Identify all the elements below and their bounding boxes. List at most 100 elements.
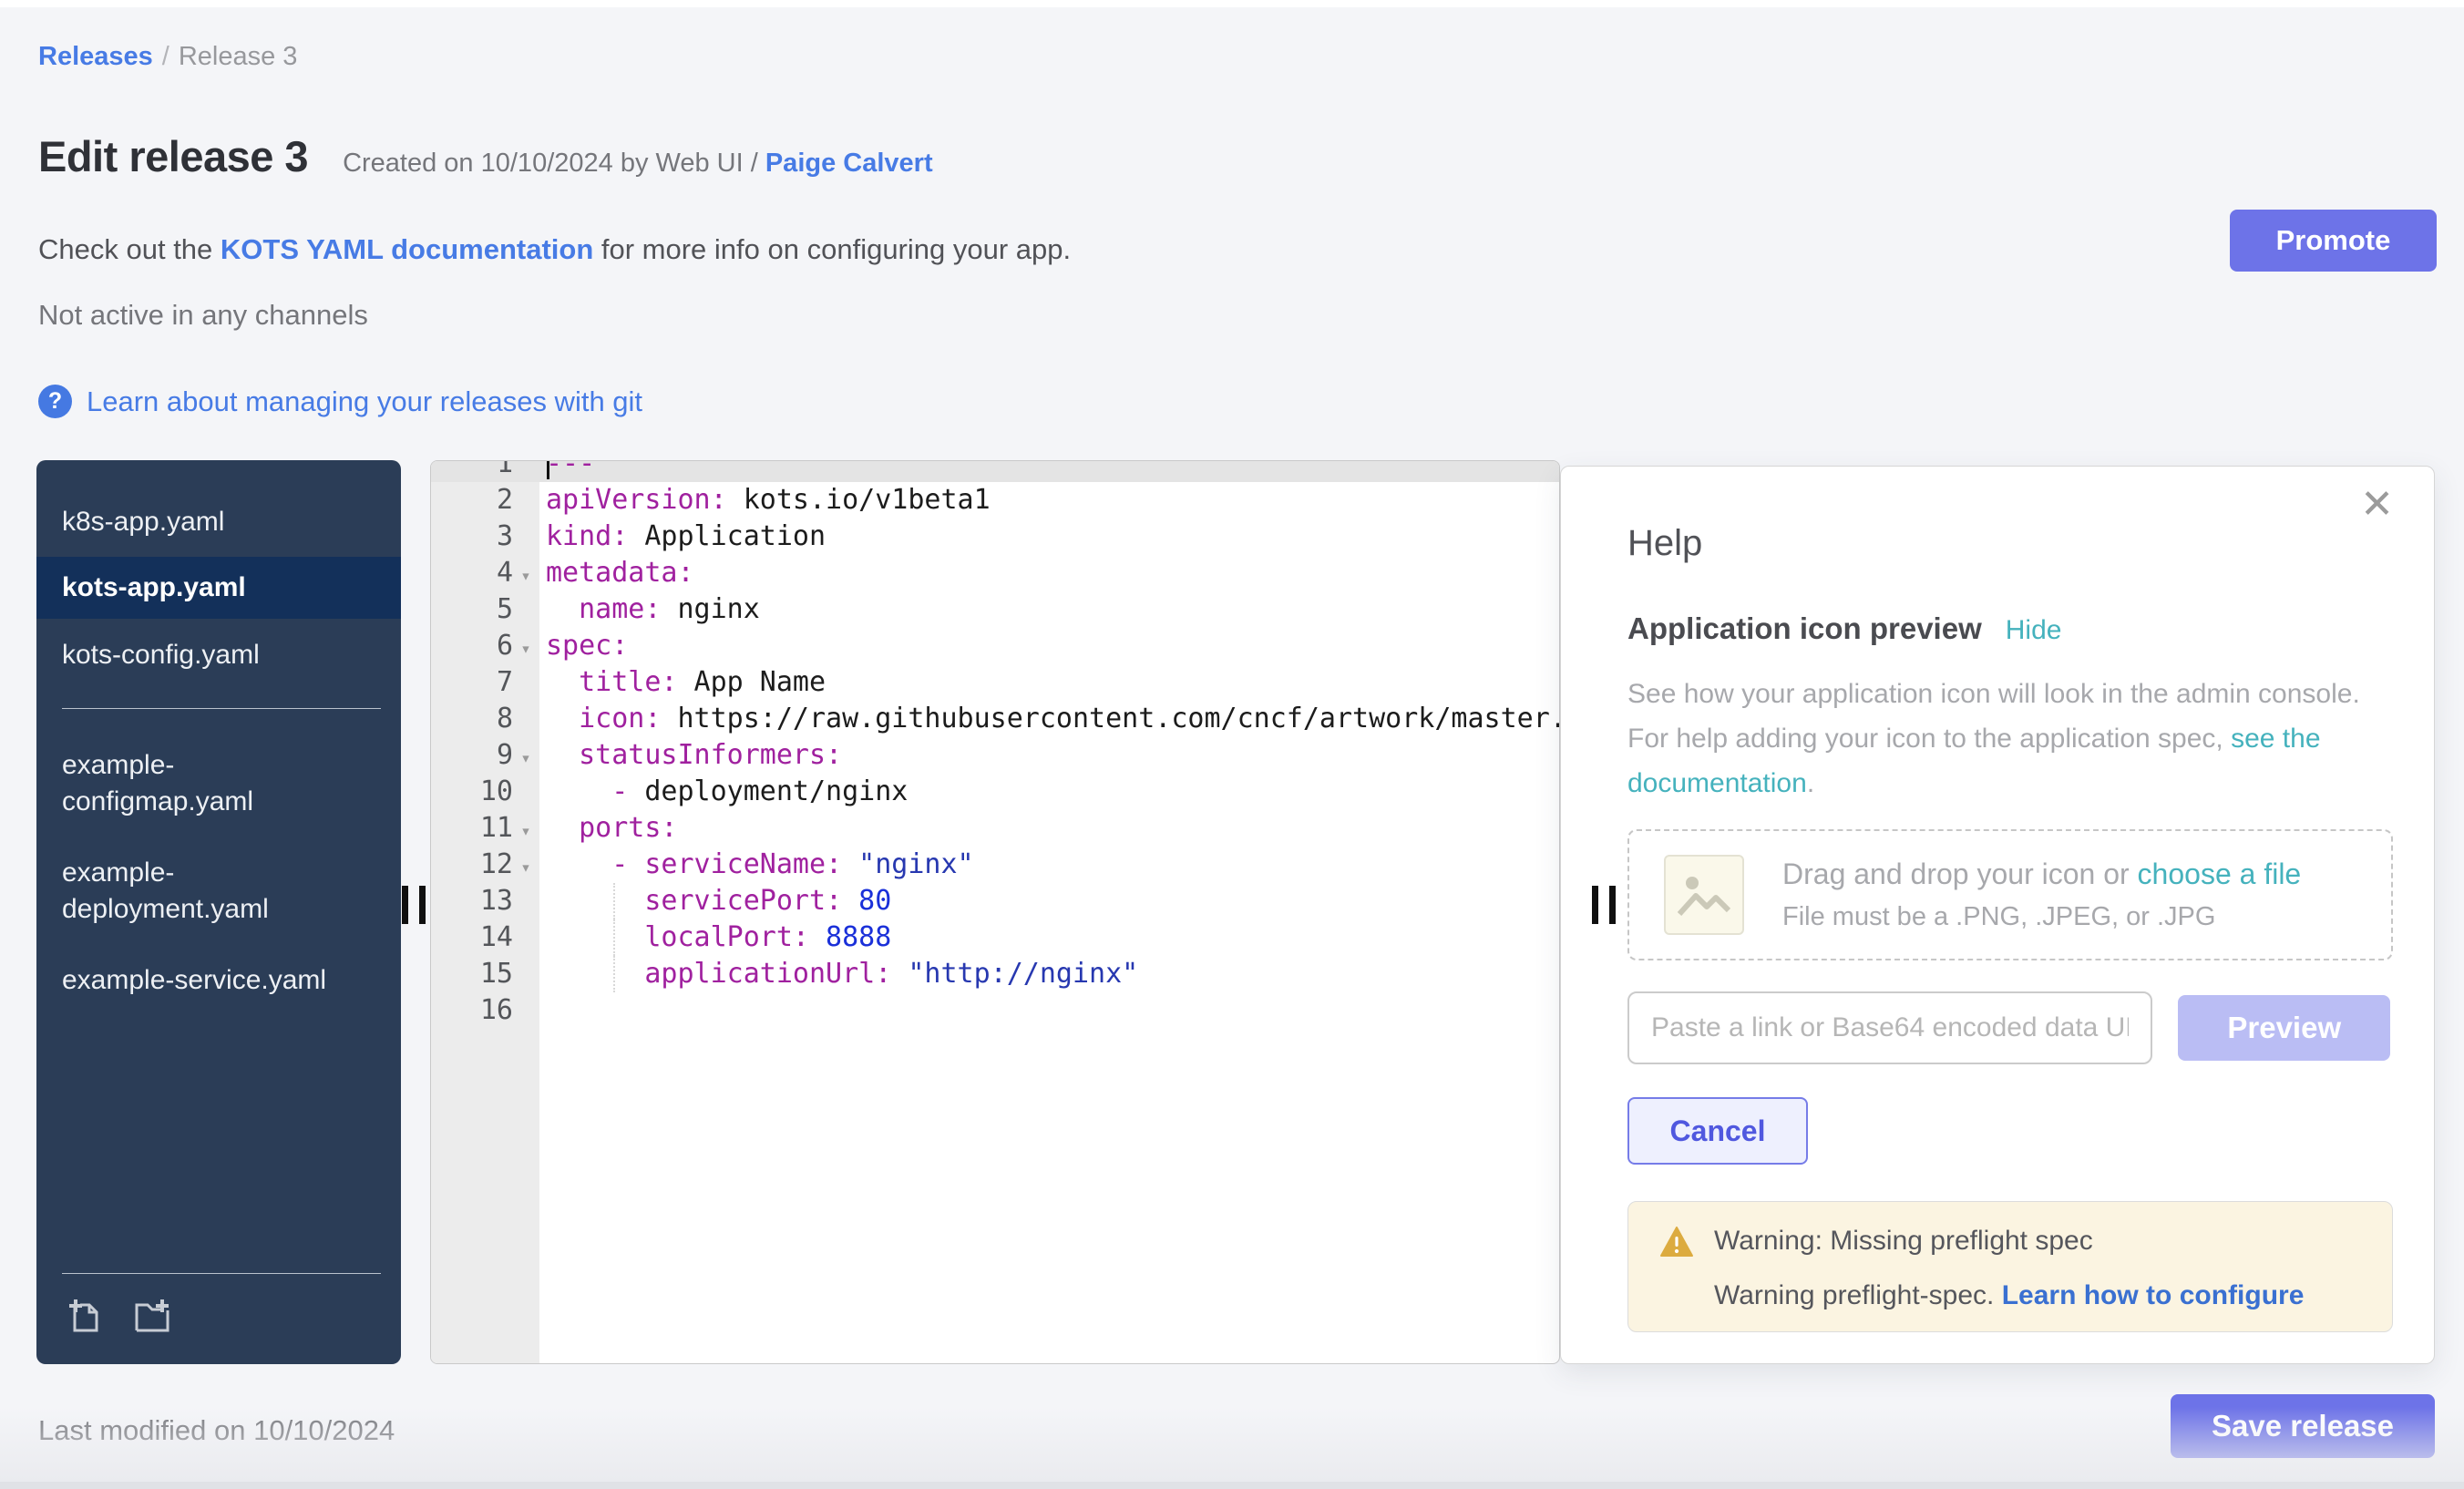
created-meta: Created on 10/10/2024 by Web UI / Paige … xyxy=(343,149,933,179)
preflight-warning-box: Warning: Missing preflight spec Warning … xyxy=(1627,1201,2393,1332)
file-tree-item-example-configmap.yaml[interactable]: example-configmap.yaml xyxy=(36,740,401,827)
file-tree-group: example-configmap.yaml example-deployment… xyxy=(36,740,401,1006)
code-line-5: 5 name: nginx xyxy=(431,591,1559,628)
breadcrumb-separator: / xyxy=(162,42,169,71)
code-text: ports: xyxy=(546,812,678,844)
warning-title: Warning: Missing preflight spec xyxy=(1714,1226,2304,1257)
panel-resize-handle-right[interactable] xyxy=(1592,886,1616,924)
token-plain xyxy=(546,921,644,953)
token-key: applicationUrl: xyxy=(644,958,891,990)
file-tree-group: k8s-app.yaml kots-app.yaml kots-config.yam… xyxy=(36,497,401,681)
intro-line: Check out the KOTS YAML documentation fo… xyxy=(38,233,1071,266)
git-help-row[interactable]: ? Learn about managing your releases wit… xyxy=(38,385,642,418)
code-line-9: 9▾ statusInformers: xyxy=(431,737,1559,774)
token-number: 80 xyxy=(842,885,891,917)
learn-configure-link[interactable]: Learn how to configure xyxy=(2002,1280,2305,1310)
file-tree-groups: k8s-app.yaml kots-app.yaml kots-config.yam… xyxy=(36,460,401,1006)
code-text: - serviceName: "nginx" xyxy=(546,848,974,880)
icon-preview-title: Application icon preview xyxy=(1627,611,1982,646)
line-number: 2 xyxy=(431,482,513,519)
code-line-14: 14 localPort: 8888 xyxy=(431,919,1559,956)
code-line-11: 11▾ ports: xyxy=(431,810,1559,847)
code-text: kind: Application xyxy=(546,520,826,552)
add-file-icon[interactable] xyxy=(64,1294,106,1340)
token-plain xyxy=(546,812,579,844)
file-tree-item-kots-config.yaml[interactable]: kots-config.yaml xyxy=(36,630,401,681)
file-tree-item-k8s-app.yaml[interactable]: k8s-app.yaml xyxy=(36,497,401,548)
line-number: 13 xyxy=(431,883,513,919)
close-icon[interactable]: ✕ xyxy=(2360,485,2394,525)
hide-link[interactable]: Hide xyxy=(2006,615,2062,646)
line-number: 1 xyxy=(431,460,513,482)
line-number: 5 xyxy=(431,591,513,628)
fold-arrow-icon[interactable]: ▾ xyxy=(513,631,539,667)
yaml-code-editor[interactable]: 1---2 apiVersion: kots.io/v1beta1 3 kind: A… xyxy=(430,460,1560,1364)
icon-preview-description: See how your application icon will look … xyxy=(1627,672,2404,806)
file-tree-sidebar: k8s-app.yaml kots-app.yaml kots-config.yam… xyxy=(36,460,401,1364)
help-panel: ✕ Help Application icon preview Hide See… xyxy=(1560,466,2435,1364)
line-number: 9 xyxy=(431,737,513,774)
token-plain: nginx xyxy=(661,593,759,625)
file-tree-item-example-service.yaml[interactable]: example-service.yaml xyxy=(36,955,401,1006)
breadcrumb-current: Release 3 xyxy=(179,42,298,71)
code-line-10: 10 - deployment/nginx xyxy=(431,774,1559,810)
fold-arrow-icon[interactable]: ▾ xyxy=(513,558,539,594)
icon-url-input[interactable] xyxy=(1627,991,2152,1064)
token-plain: Application xyxy=(628,520,826,552)
cancel-button[interactable]: Cancel xyxy=(1627,1097,1808,1165)
line-number: 10 xyxy=(431,774,513,810)
code-line-1: 1--- xyxy=(431,460,1559,482)
panel-resize-handle-left[interactable] xyxy=(402,886,426,924)
choose-file-link[interactable]: choose a file xyxy=(2138,857,2302,890)
token-plain: deployment/nginx xyxy=(628,775,908,807)
kots-yaml-doc-link[interactable]: KOTS YAML documentation xyxy=(221,233,593,265)
git-help-link[interactable]: Learn about managing your releases with … xyxy=(87,385,642,418)
code-text: localPort: 8888 xyxy=(546,921,891,953)
token-plain: https://raw.githubusercontent.com/cncf/a… xyxy=(661,703,1560,734)
line-number: 12 xyxy=(431,847,513,883)
code-text: icon: https://raw.githubusercontent.com/… xyxy=(546,703,1560,734)
token-key: spec: xyxy=(546,630,628,662)
icon-dropzone[interactable]: Drag and drop your icon or choose a file… xyxy=(1627,829,2393,960)
file-tree-item-example-deployment.yaml[interactable]: example-deployment.yaml xyxy=(36,847,401,935)
file-tree-divider xyxy=(62,708,381,709)
line-number: 14 xyxy=(431,919,513,956)
code-line-16: 16 xyxy=(431,992,1559,1029)
fold-arrow-icon[interactable]: ▾ xyxy=(513,740,539,776)
preview-button[interactable]: Preview xyxy=(2178,995,2390,1061)
fold-arrow-icon[interactable]: ▾ xyxy=(513,849,539,886)
code-line-12: 12▾ - serviceName: "nginx" xyxy=(431,847,1559,883)
line-number: 7 xyxy=(431,664,513,701)
save-release-button[interactable]: Save release xyxy=(2171,1394,2435,1458)
code-text: apiVersion: kots.io/v1beta1 xyxy=(546,484,991,516)
token-plain xyxy=(546,666,579,698)
token-plain xyxy=(546,739,579,771)
token-string: "nginx" xyxy=(842,848,974,880)
question-circle-icon: ? xyxy=(38,385,72,418)
last-modified-text: Last modified on 10/10/2024 xyxy=(38,1414,395,1447)
fold-arrow-icon[interactable]: ▾ xyxy=(513,813,539,849)
add-folder-icon[interactable] xyxy=(131,1294,173,1340)
dropzone-text: Drag and drop your icon or choose a file… xyxy=(1782,857,2301,932)
token-key: title: xyxy=(579,666,677,698)
token-key: kind: xyxy=(546,520,628,552)
top-strip xyxy=(0,0,2464,7)
token-plain xyxy=(546,885,644,917)
resize-bar xyxy=(419,886,426,924)
code-line-15: 15 applicationUrl: "http://nginx" xyxy=(431,956,1559,992)
icon-url-row: Preview xyxy=(1627,991,2390,1064)
line-number: 4 xyxy=(431,555,513,591)
code-line-4: 4▾metadata: xyxy=(431,555,1559,591)
promote-button[interactable]: Promote xyxy=(2230,210,2437,272)
breadcrumb-releases-link[interactable]: Releases xyxy=(38,42,153,71)
created-text: Created on 10/10/2024 by Web UI / xyxy=(343,149,758,178)
file-tree-actions xyxy=(36,1274,401,1364)
created-author-link[interactable]: Paige Calvert xyxy=(765,149,933,178)
token-key: - xyxy=(611,848,628,880)
file-tree-item-kots-app.yaml[interactable]: kots-app.yaml xyxy=(36,557,401,619)
code-text: statusInformers: xyxy=(546,739,842,771)
token-key: servicePort: xyxy=(644,885,842,917)
line-number: 3 xyxy=(431,519,513,555)
intro-post: for more info on configuring your app. xyxy=(593,233,1071,265)
token-key: name: xyxy=(579,593,661,625)
